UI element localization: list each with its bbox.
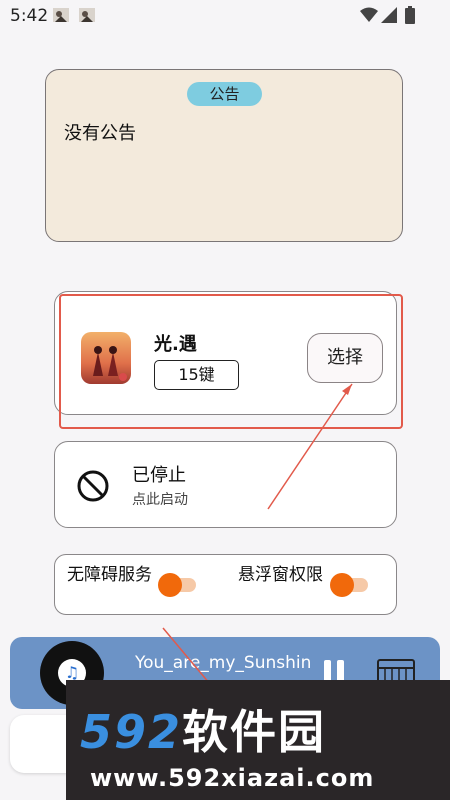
service-start-hint: 点此启动: [132, 492, 188, 508]
signal-icon: [381, 7, 397, 23]
select-game-button[interactable]: 选择: [307, 333, 383, 383]
watermark-url: www.592xiazai.com: [90, 764, 375, 792]
wifi-icon: [360, 7, 378, 22]
accessibility-service-label: 无障碍服务: [67, 565, 152, 585]
song-title: You_are_my_Sunshin: [135, 653, 312, 673]
overlay-permission-toggle[interactable]: [330, 573, 370, 597]
battery-icon: [405, 6, 415, 24]
service-status-text: 已停止: [132, 465, 186, 486]
game-title: 光.遇: [154, 334, 197, 355]
game-app-icon: [81, 332, 131, 384]
overlay-permission-label: 悬浮窗权限: [238, 565, 323, 585]
notice-content: 没有公告: [64, 123, 136, 144]
watermark-banner: 592软件园 www.592xiazai.com: [66, 680, 450, 800]
status-bar: 5:42: [0, 0, 450, 32]
keys-badge: 15键: [154, 360, 239, 390]
bottom-action-button[interactable]: [10, 715, 70, 773]
notification-avatar-icon: [79, 8, 95, 22]
notification-avatar-icon: [53, 8, 69, 22]
prohibited-icon: [77, 470, 109, 502]
notice-tag: 公告: [187, 82, 262, 106]
notice-panel: 公告 没有公告: [45, 69, 403, 242]
watermark-logo: 592软件园: [80, 705, 327, 759]
status-time: 5:42: [10, 6, 49, 26]
accessibility-service-toggle[interactable]: [158, 573, 198, 597]
